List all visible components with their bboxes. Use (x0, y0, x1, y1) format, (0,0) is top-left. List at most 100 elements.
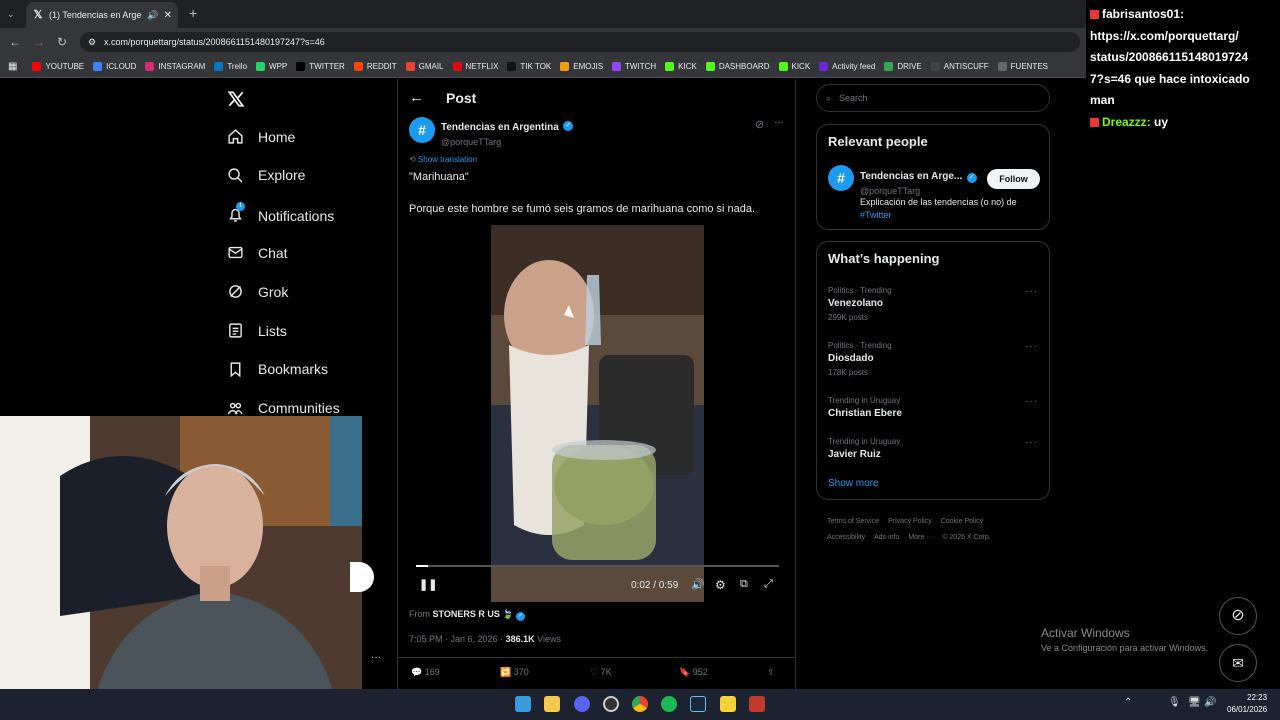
person-bio-tag[interactable]: #Twitter (860, 210, 892, 220)
post-timestamp[interactable]: 7:05 PM · Jan 6, 2026 · (409, 634, 503, 644)
footer-link[interactable]: Ads info (874, 534, 899, 541)
bookmark-item[interactable]: REDDIT (353, 62, 397, 71)
sticky-notes-icon[interactable] (720, 696, 736, 712)
trend-item[interactable]: Politics · Trending Diosdado 178K posts ··· (828, 341, 1038, 377)
app-icon[interactable] (749, 696, 765, 712)
windows-start-icon[interactable] (515, 696, 531, 712)
tray-chevron-icon[interactable]: ⌃ (1124, 697, 1132, 708)
author-avatar[interactable]: # (409, 117, 435, 143)
forward-icon[interactable]: → (33, 35, 45, 49)
url-bar[interactable]: ⚙ x.com/porquettarg/status/2008661151480… (80, 32, 1080, 52)
search-box[interactable]: ⌕ Search (816, 84, 1050, 112)
reload-icon[interactable]: ↻ (57, 35, 67, 49)
reply-button[interactable]: 💬 169 (411, 667, 440, 678)
spotify-icon[interactable] (661, 696, 677, 712)
messages-float-button[interactable]: ✉ (1219, 644, 1257, 682)
footer-link[interactable]: Cookie Policy (941, 518, 983, 525)
nav-item-home[interactable]: Home (227, 128, 295, 145)
bookmark-item[interactable]: YOUTUBE (32, 62, 84, 71)
bookmark-item[interactable]: TWITCH (612, 62, 656, 71)
trend-more-icon[interactable]: ··· (1025, 341, 1038, 352)
bookmark-item[interactable]: KICK (778, 62, 810, 71)
share-icon[interactable]: ⇪ (767, 667, 775, 678)
footer-link[interactable]: © 2026 X Corp. (942, 534, 990, 541)
nav-item-chat[interactable]: Chat (227, 244, 288, 261)
tab-close-icon[interactable]: ✕ (164, 10, 172, 21)
tray-network-icon[interactable]: 🖥 (1188, 697, 1201, 708)
bookmark-item[interactable]: GMAIL (405, 62, 444, 71)
back-arrow-icon[interactable]: ← (409, 89, 424, 106)
bookmark-button[interactable]: 🔖 952 (679, 667, 708, 678)
nav-item-explore[interactable]: Explore (227, 167, 305, 184)
repost-button[interactable]: 🔁 370 (500, 667, 529, 678)
follow-button[interactable]: Follow (987, 169, 1040, 189)
footer-link[interactable]: More ··· (908, 534, 933, 541)
show-translation-link[interactable]: ⟲ Show translation (409, 155, 477, 164)
bookmark-item[interactable]: TIK TOK (507, 62, 551, 71)
like-button[interactable]: ♡ 7K (590, 667, 612, 678)
bookmark-item[interactable]: ICLOUD (93, 62, 136, 71)
fullscreen-icon[interactable]: ⤢ (764, 578, 773, 591)
nav-item-lists[interactable]: Lists (227, 322, 287, 339)
author-handle[interactable]: @porqueTTarg (441, 137, 573, 147)
from-source[interactable]: STONERS R US (433, 609, 500, 619)
bookmark-item[interactable]: TWITTER (296, 62, 345, 71)
nav-item-notifications[interactable]: 1 Notifications (227, 201, 334, 226)
bookmark-item[interactable]: DRIVE (884, 62, 922, 71)
bookmark-item[interactable]: FUENTES (997, 62, 1048, 71)
trend-more-icon[interactable]: ··· (1025, 396, 1038, 407)
apps-grid-icon[interactable]: ▦ (8, 61, 17, 72)
bookmark-item[interactable]: Trello (214, 62, 247, 71)
video-progress-track[interactable] (416, 565, 779, 567)
steam-icon[interactable] (690, 696, 706, 712)
x-logo-icon[interactable] (227, 90, 245, 108)
bookmark-item[interactable]: Activity feed (819, 62, 875, 71)
chrome-icon[interactable] (632, 696, 648, 712)
author-name[interactable]: Tendencias en Argentina (441, 122, 559, 133)
bookmark-item[interactable]: INSTAGRAM (145, 62, 205, 71)
nav-item-bookmarks[interactable]: Bookmarks (227, 361, 328, 378)
footer-link[interactable]: Terms of Service (827, 518, 879, 525)
tray-mic-icon[interactable]: 🎙 (1168, 697, 1181, 708)
tab-search-icon[interactable]: ⌄ (7, 7, 15, 21)
grok-icon[interactable]: ⊘ (755, 118, 764, 131)
bookmark-item[interactable]: KICK (665, 62, 697, 71)
footer-link[interactable]: Accessibility (827, 534, 865, 541)
volume-icon[interactable]: 🔊 (691, 578, 705, 591)
person-avatar[interactable]: # (828, 165, 854, 191)
clock-date[interactable]: 06/01/2026 (1227, 705, 1267, 714)
tray-volume-icon[interactable]: 🔊 (1204, 697, 1216, 708)
trend-more-icon[interactable]: ··· (1025, 286, 1038, 297)
bookmark-item[interactable]: DASHBOARD (705, 62, 770, 71)
tab-active[interactable]: 𝕏 (1) Tendencias en Argentina 🔊 ✕ (26, 2, 178, 28)
trend-more-icon[interactable]: ··· (1025, 437, 1038, 448)
grok-float-button[interactable]: ⊘ (1219, 597, 1257, 635)
pip-icon[interactable]: ⧉ (740, 578, 748, 591)
person-name[interactable]: Tendencias en Arge... (860, 171, 962, 182)
obs-icon[interactable] (603, 696, 619, 712)
video-player[interactable]: ❚❚ 0:02 / 0:59 🔊 ⚙ ⧉ ⤢ (409, 225, 786, 602)
trend-item[interactable]: Trending in Uruguay Javier Ruiz ··· (828, 437, 1038, 460)
file-explorer-icon[interactable] (544, 696, 560, 712)
pause-icon[interactable]: ❚❚ (419, 578, 437, 591)
back-icon[interactable]: ← (9, 35, 21, 49)
speaker-icon[interactable]: 🔊 (147, 10, 158, 21)
bookmark-item[interactable]: EMOJIS (560, 62, 603, 71)
new-tab-icon[interactable]: + (189, 6, 197, 20)
nav-item-communities[interactable]: Communities (227, 400, 340, 417)
bookmark-item[interactable]: NETFLIX (452, 62, 498, 71)
clock-time[interactable]: 22:23 (1247, 693, 1267, 702)
settings-icon[interactable]: ⚙ (715, 578, 726, 592)
discord-icon[interactable] (574, 696, 590, 712)
site-info-icon[interactable]: ⚙ (88, 32, 96, 52)
more-options-icon[interactable]: ··· (774, 117, 784, 128)
bookmark-item[interactable]: ANTISCUFF (930, 62, 989, 71)
trend-item[interactable]: Politics · Trending Venezolano 299K posts ·… (828, 286, 1038, 322)
nav-item-grok[interactable]: Grok (227, 283, 288, 300)
person-handle[interactable]: @porqueTTarg (860, 186, 977, 196)
show-more-link[interactable]: Show more (828, 478, 879, 489)
bookmark-item[interactable]: WPP (256, 62, 287, 71)
footer-link[interactable]: Privacy Policy (888, 518, 932, 525)
trend-item[interactable]: Trending in Uruguay Christian Ebere ··· (828, 396, 1038, 419)
overflow-dots-icon[interactable]: ··· (371, 652, 381, 663)
